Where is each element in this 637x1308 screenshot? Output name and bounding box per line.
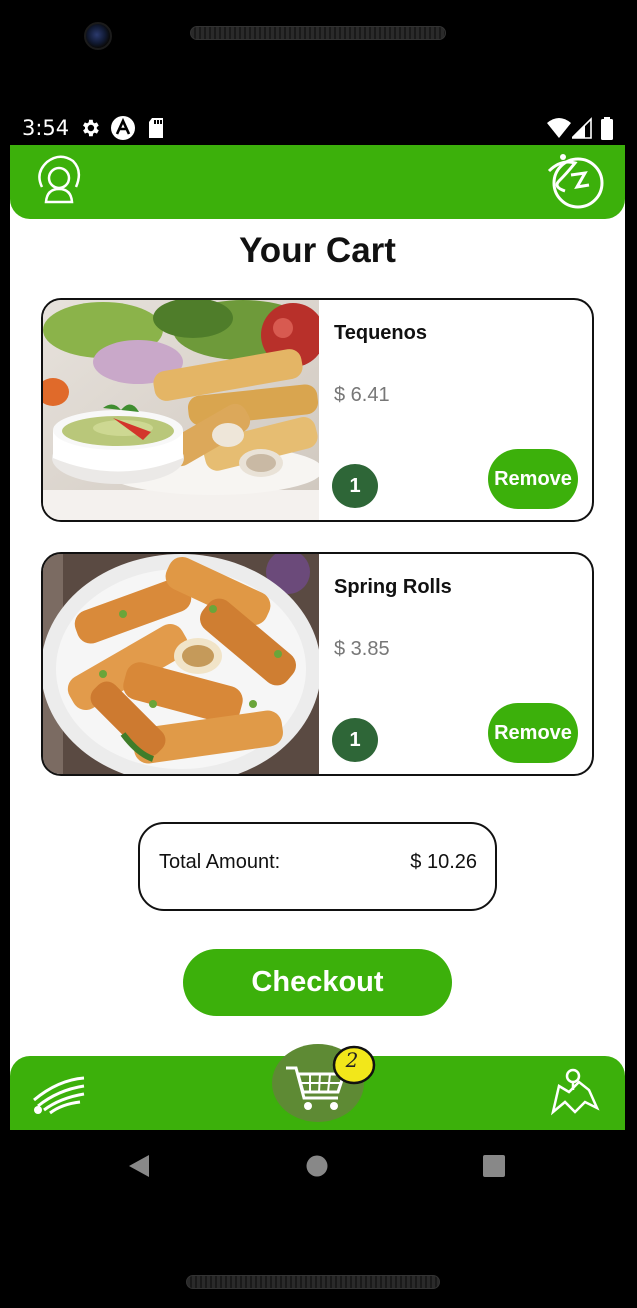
total-amount-box: Total Amount: $ 10.26: [138, 822, 497, 911]
quantity-badge: 1: [332, 464, 378, 508]
device-bottom: [0, 1200, 637, 1308]
back-icon[interactable]: [128, 1154, 150, 1183]
checkout-button[interactable]: Checkout: [183, 949, 452, 1016]
map-icon[interactable]: [549, 1068, 601, 1121]
total-label: Total Amount:: [159, 851, 281, 873]
page-title: Your Cart: [239, 231, 396, 270]
cart-count: 2: [345, 1048, 359, 1072]
top-bar: [10, 145, 625, 219]
app-a-icon: [110, 115, 136, 146]
speaker-grille: [186, 1275, 440, 1289]
tequenos-image: [43, 300, 319, 520]
item-name: Tequenos: [334, 322, 427, 344]
status-bar: 3:54: [0, 110, 637, 146]
remove-button[interactable]: Remove: [488, 703, 578, 763]
spring-rolls-image: [43, 554, 319, 774]
logo-icon[interactable]: [545, 151, 607, 216]
battery-icon: [600, 117, 614, 146]
speaker-grille: [190, 26, 446, 40]
item-name: Spring Rolls: [334, 576, 452, 598]
remove-button[interactable]: Remove: [488, 449, 578, 509]
profile-icon[interactable]: [32, 153, 86, 212]
sd-card-icon: [147, 117, 165, 144]
total-value: $ 10.26: [410, 851, 477, 873]
recents-icon[interactable]: [483, 1155, 505, 1182]
signal-icon: [570, 117, 592, 144]
status-time: 3:54: [22, 116, 70, 140]
wifi-icon: [547, 117, 571, 144]
cart-item: Spring Rolls $ 3.85 1 Remove: [41, 552, 594, 776]
wifi-feed-icon[interactable]: [30, 1070, 88, 1121]
item-price: $ 3.85: [334, 638, 390, 660]
item-price: $ 6.41: [334, 384, 390, 406]
gear-icon: [79, 117, 101, 144]
device-top: [0, 0, 637, 110]
app-screen: Your Cart Tequenos $ 6.41 1 Remove Sprin…: [10, 145, 625, 1130]
quantity-badge: 1: [332, 718, 378, 762]
home-icon[interactable]: [306, 1155, 328, 1182]
system-nav-bar: [0, 1130, 637, 1200]
cart-item: Tequenos $ 6.41 1 Remove: [41, 298, 594, 522]
camera: [84, 22, 112, 50]
